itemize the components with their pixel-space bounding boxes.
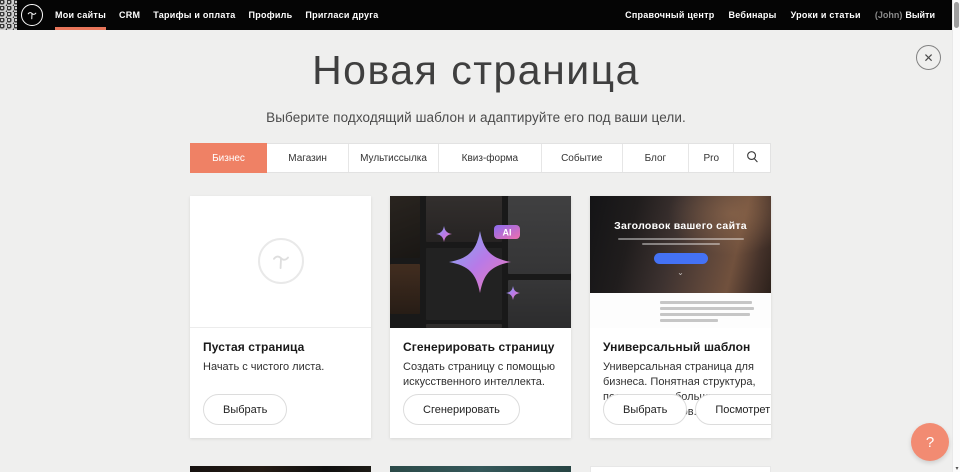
nav-item-my-sites[interactable]: Мои сайты [55,0,106,30]
hero-text-line [618,238,744,240]
tab-multilink[interactable]: Мультиссылка [349,144,439,172]
logout-link[interactable]: Выйти [905,10,935,20]
choose-blank-button[interactable]: Выбрать [203,394,287,425]
nav-username: (John) [875,10,903,20]
nav-item-lessons[interactable]: Уроки и статьи [791,0,861,30]
nav-user-block: (John) Выйти [875,10,935,20]
about-text-line [660,307,754,310]
tilda-watermark-icon [258,238,304,284]
template-about-section [590,293,771,328]
hero-text-line [642,243,720,245]
next-row-card-preview[interactable] [590,466,771,472]
edge-texture-pattern [0,0,17,30]
tab-store[interactable]: Магазин [267,144,349,172]
card-title: Сгенерировать страницу [403,340,558,354]
tilda-logo-icon[interactable] [21,4,43,26]
page-title: Новая страница [0,47,952,94]
tab-blog[interactable]: Блог [623,144,689,172]
about-text-line [660,301,752,304]
scrollbar-down-arrow-icon[interactable]: ▾ [953,466,960,472]
template-hero-title: Заголовок вашего сайта [614,220,747,232]
tab-pro[interactable]: Pro [689,144,734,172]
nav-item-help-center[interactable]: Справочный центр [625,0,714,30]
page-subtitle: Выберите подходящий шаблон и адаптируйте… [0,110,952,125]
card-description: Начать с чистого листа. [203,360,358,375]
blank-page-preview [190,196,371,328]
scrollbar-thumb[interactable] [954,2,959,28]
search-icon [746,150,759,166]
nav-item-tariffs[interactable]: Тарифы и оплата [153,0,235,30]
tab-event[interactable]: Событие [542,144,623,172]
nav-left-menu: Мои сайты CRM Тарифы и оплата Профиль Пр… [55,0,379,30]
about-text-line [660,313,750,316]
card-description: Создать страницу с помощью искусственног… [403,360,558,390]
nav-item-webinars[interactable]: Вебинары [729,0,777,30]
card-title: Пустая страница [203,340,358,354]
universal-template-preview: Заголовок вашего сайта ⌄ [590,196,771,328]
about-text-line [660,319,718,322]
card-body: Пустая страница Начать с чистого листа. … [190,328,371,438]
template-hero-section: Заголовок вашего сайта ⌄ [590,196,771,293]
ai-preview-collage: AI [390,196,571,328]
question-mark-icon: ? [926,434,934,451]
template-hero-button [654,253,708,264]
nav-right-menu: Справочный центр Вебинары Уроки и статьи… [625,0,935,30]
tab-quiz-form[interactable]: Квиз-форма [439,144,542,172]
tab-search[interactable] [734,144,770,172]
card-body: Универсальный шаблон Универсальная стран… [590,328,771,438]
chevron-down-icon: ⌄ [677,270,684,276]
page-scrollbar[interactable]: ▾ [952,0,960,472]
next-row-card-preview[interactable] [390,466,571,472]
next-row-card-preview[interactable] [190,466,371,472]
template-card-universal: Заголовок вашего сайта ⌄ Универсальный ш… [590,196,771,438]
ai-badge-label: AI [503,228,512,238]
nav-item-crm[interactable]: CRM [119,0,140,30]
preview-template-button[interactable]: Посмотреть [695,394,771,425]
choose-template-button[interactable]: Выбрать [603,394,687,425]
nav-item-invite-friend[interactable]: Пригласи друга [305,0,378,30]
card-title: Универсальный шаблон [603,340,758,354]
card-body: Сгенерировать страницу Создать страницу … [390,328,571,438]
help-button[interactable]: ? [911,423,949,461]
top-navigation-bar: Мои сайты CRM Тарифы и оплата Профиль Пр… [0,0,952,30]
template-category-tabs: Бизнес Магазин Мультиссылка Квиз-форма С… [190,143,771,173]
tab-business[interactable]: Бизнес [190,143,267,173]
template-card-ai-generate: AI Сгенерировать страницу Создать страни… [390,196,571,438]
ai-sparkle-icon: AI [390,196,571,328]
generate-button[interactable]: Сгенерировать [403,394,520,425]
nav-item-profile[interactable]: Профиль [249,0,293,30]
template-card-blank-page: Пустая страница Начать с чистого листа. … [190,196,371,438]
